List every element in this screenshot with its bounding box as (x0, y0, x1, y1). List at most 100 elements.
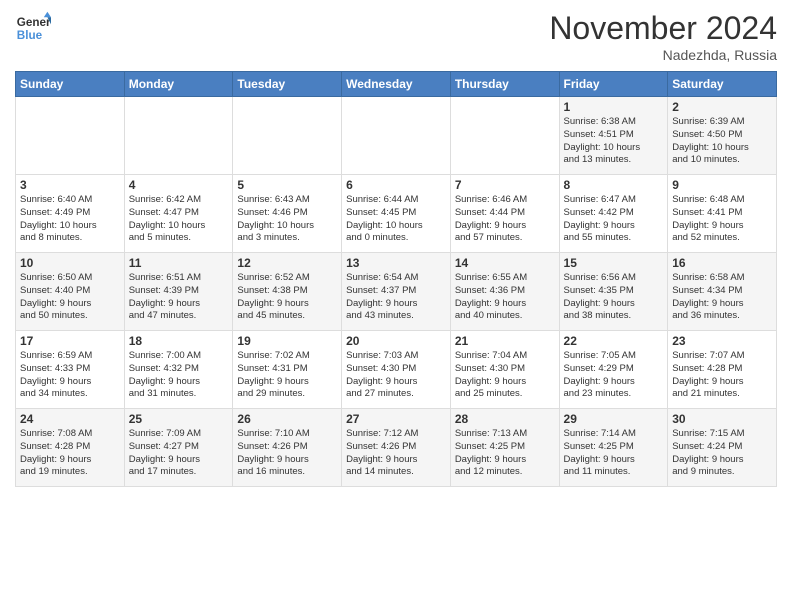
calendar-cell: 10 Sunrise: 6:50 AMSunset: 4:40 PMDayligh… (16, 253, 125, 331)
week-row-5: 24 Sunrise: 7:08 AMSunset: 4:28 PMDayligh… (16, 409, 777, 487)
calendar-cell (342, 97, 451, 175)
day-info: Sunrise: 6:38 AMSunset: 4:51 PMDaylight:… (564, 116, 664, 167)
location: Nadezhda, Russia (549, 47, 777, 63)
day-header-monday: Monday (124, 72, 233, 97)
calendar-cell: 19 Sunrise: 7:02 AMSunset: 4:31 PMDayligh… (233, 331, 342, 409)
logo-icon: General Blue (15, 10, 51, 46)
day-number: 20 (346, 334, 446, 348)
calendar-cell: 1 Sunrise: 6:38 AMSunset: 4:51 PMDaylight… (559, 97, 668, 175)
day-number: 25 (129, 412, 229, 426)
day-info: Sunrise: 7:15 AMSunset: 4:24 PMDaylight:… (672, 428, 772, 479)
week-row-4: 17 Sunrise: 6:59 AMSunset: 4:33 PMDayligh… (16, 331, 777, 409)
calendar-cell: 12 Sunrise: 6:52 AMSunset: 4:38 PMDayligh… (233, 253, 342, 331)
day-number: 9 (672, 178, 772, 192)
day-number: 15 (564, 256, 664, 270)
calendar-cell: 17 Sunrise: 6:59 AMSunset: 4:33 PMDayligh… (16, 331, 125, 409)
calendar-cell: 20Sunrise: 7:03 AMSunset: 4:30 PMDayligh… (342, 331, 451, 409)
day-info: Sunrise: 6:44 AMSunset: 4:45 PMDaylight:… (346, 194, 446, 245)
day-info: Sunrise: 6:47 AMSunset: 4:42 PMDaylight:… (564, 194, 664, 245)
title-block: November 2024 Nadezhda, Russia (549, 10, 777, 63)
day-number: 12 (237, 256, 337, 270)
calendar-cell: 18 Sunrise: 7:00 AMSunset: 4:32 PMDayligh… (124, 331, 233, 409)
day-info: Sunrise: 7:14 AMSunset: 4:25 PMDaylight:… (564, 428, 664, 479)
day-number: 11 (129, 256, 229, 270)
calendar-cell: 22 Sunrise: 7:05 AMSunset: 4:29 PMDayligh… (559, 331, 668, 409)
week-row-1: 1 Sunrise: 6:38 AMSunset: 4:51 PMDaylight… (16, 97, 777, 175)
month-title: November 2024 (549, 10, 777, 47)
day-info: Sunrise: 6:51 AMSunset: 4:39 PMDaylight:… (129, 272, 229, 323)
day-number: 4 (129, 178, 229, 192)
calendar-table: SundayMondayTuesdayWednesdayThursdayFrid… (15, 71, 777, 487)
calendar-header-row: SundayMondayTuesdayWednesdayThursdayFrid… (16, 72, 777, 97)
day-number: 27 (346, 412, 446, 426)
calendar-body: 1 Sunrise: 6:38 AMSunset: 4:51 PMDaylight… (16, 97, 777, 487)
day-number: 18 (129, 334, 229, 348)
day-number: 26 (237, 412, 337, 426)
day-info: Sunrise: 6:50 AMSunset: 4:40 PMDaylight:… (20, 272, 120, 323)
day-number: 24 (20, 412, 120, 426)
day-number: 16 (672, 256, 772, 270)
day-number: 23 (672, 334, 772, 348)
calendar-cell: 4 Sunrise: 6:42 AMSunset: 4:47 PMDaylight… (124, 175, 233, 253)
day-number: 5 (237, 178, 337, 192)
calendar-cell: 2 Sunrise: 6:39 AMSunset: 4:50 PMDaylight… (668, 97, 777, 175)
day-info: Sunrise: 7:07 AMSunset: 4:28 PMDaylight:… (672, 350, 772, 401)
day-info: Sunrise: 6:55 AMSunset: 4:36 PMDaylight:… (455, 272, 555, 323)
day-header-friday: Friday (559, 72, 668, 97)
calendar-cell: 16 Sunrise: 6:58 AMSunset: 4:34 PMDayligh… (668, 253, 777, 331)
day-info: Sunrise: 6:39 AMSunset: 4:50 PMDaylight:… (672, 116, 772, 167)
day-info: Sunrise: 6:52 AMSunset: 4:38 PMDaylight:… (237, 272, 337, 323)
day-info: Sunrise: 6:46 AMSunset: 4:44 PMDaylight:… (455, 194, 555, 245)
calendar-cell: 23 Sunrise: 7:07 AMSunset: 4:28 PMDayligh… (668, 331, 777, 409)
day-header-tuesday: Tuesday (233, 72, 342, 97)
calendar-cell (450, 97, 559, 175)
day-number: 30 (672, 412, 772, 426)
day-number: 2 (672, 100, 772, 114)
day-header-saturday: Saturday (668, 72, 777, 97)
week-row-3: 10 Sunrise: 6:50 AMSunset: 4:40 PMDayligh… (16, 253, 777, 331)
calendar-cell: 6 Sunrise: 6:44 AMSunset: 4:45 PMDaylight… (342, 175, 451, 253)
day-info: Sunrise: 6:59 AMSunset: 4:33 PMDaylight:… (20, 350, 120, 401)
day-number: 8 (564, 178, 664, 192)
day-number: 19 (237, 334, 337, 348)
day-info: Sunrise: 7:08 AMSunset: 4:28 PMDaylight:… (20, 428, 120, 479)
day-info: Sunrise: 7:00 AMSunset: 4:32 PMDaylight:… (129, 350, 229, 401)
logo: General Blue (15, 10, 51, 46)
day-number: 22 (564, 334, 664, 348)
day-number: 10 (20, 256, 120, 270)
day-info: Sunrise: 6:48 AMSunset: 4:41 PMDaylight:… (672, 194, 772, 245)
day-info: Sunrise: 6:42 AMSunset: 4:47 PMDaylight:… (129, 194, 229, 245)
day-info: Sunrise: 6:56 AMSunset: 4:35 PMDaylight:… (564, 272, 664, 323)
calendar-cell: 25 Sunrise: 7:09 AMSunset: 4:27 PMDayligh… (124, 409, 233, 487)
header: General Blue November 2024 Nadezhda, Rus… (15, 10, 777, 63)
calendar-cell: 5 Sunrise: 6:43 AMSunset: 4:46 PMDaylight… (233, 175, 342, 253)
day-info: Sunrise: 6:43 AMSunset: 4:46 PMDaylight:… (237, 194, 337, 245)
calendar-cell: 28Sunrise: 7:13 AMSunset: 4:25 PMDayligh… (450, 409, 559, 487)
day-info: Sunrise: 7:02 AMSunset: 4:31 PMDaylight:… (237, 350, 337, 401)
calendar-cell: 26Sunrise: 7:10 AMSunset: 4:26 PMDayligh… (233, 409, 342, 487)
day-number: 29 (564, 412, 664, 426)
day-info: Sunrise: 7:09 AMSunset: 4:27 PMDaylight:… (129, 428, 229, 479)
calendar-cell: 15 Sunrise: 6:56 AMSunset: 4:35 PMDayligh… (559, 253, 668, 331)
calendar-cell (233, 97, 342, 175)
calendar-cell: 11 Sunrise: 6:51 AMSunset: 4:39 PMDayligh… (124, 253, 233, 331)
day-number: 13 (346, 256, 446, 270)
calendar-cell: 24 Sunrise: 7:08 AMSunset: 4:28 PMDayligh… (16, 409, 125, 487)
day-info: Sunrise: 7:12 AMSunset: 4:26 PMDaylight:… (346, 428, 446, 479)
calendar-cell: 9 Sunrise: 6:48 AMSunset: 4:41 PMDaylight… (668, 175, 777, 253)
day-number: 6 (346, 178, 446, 192)
day-number: 1 (564, 100, 664, 114)
day-info: Sunrise: 7:05 AMSunset: 4:29 PMDaylight:… (564, 350, 664, 401)
calendar-cell: 7Sunrise: 6:46 AMSunset: 4:44 PMDaylight… (450, 175, 559, 253)
day-info: Sunrise: 7:04 AMSunset: 4:30 PMDaylight:… (455, 350, 555, 401)
day-info: Sunrise: 7:13 AMSunset: 4:25 PMDaylight:… (455, 428, 555, 479)
calendar-cell: 14Sunrise: 6:55 AMSunset: 4:36 PMDayligh… (450, 253, 559, 331)
day-info: Sunrise: 6:58 AMSunset: 4:34 PMDaylight:… (672, 272, 772, 323)
day-header-sunday: Sunday (16, 72, 125, 97)
calendar-cell: 13 Sunrise: 6:54 AMSunset: 4:37 PMDayligh… (342, 253, 451, 331)
day-number: 21 (455, 334, 555, 348)
day-info: Sunrise: 6:54 AMSunset: 4:37 PMDaylight:… (346, 272, 446, 323)
calendar-cell: 29 Sunrise: 7:14 AMSunset: 4:25 PMDayligh… (559, 409, 668, 487)
day-number: 17 (20, 334, 120, 348)
day-number: 3 (20, 178, 120, 192)
